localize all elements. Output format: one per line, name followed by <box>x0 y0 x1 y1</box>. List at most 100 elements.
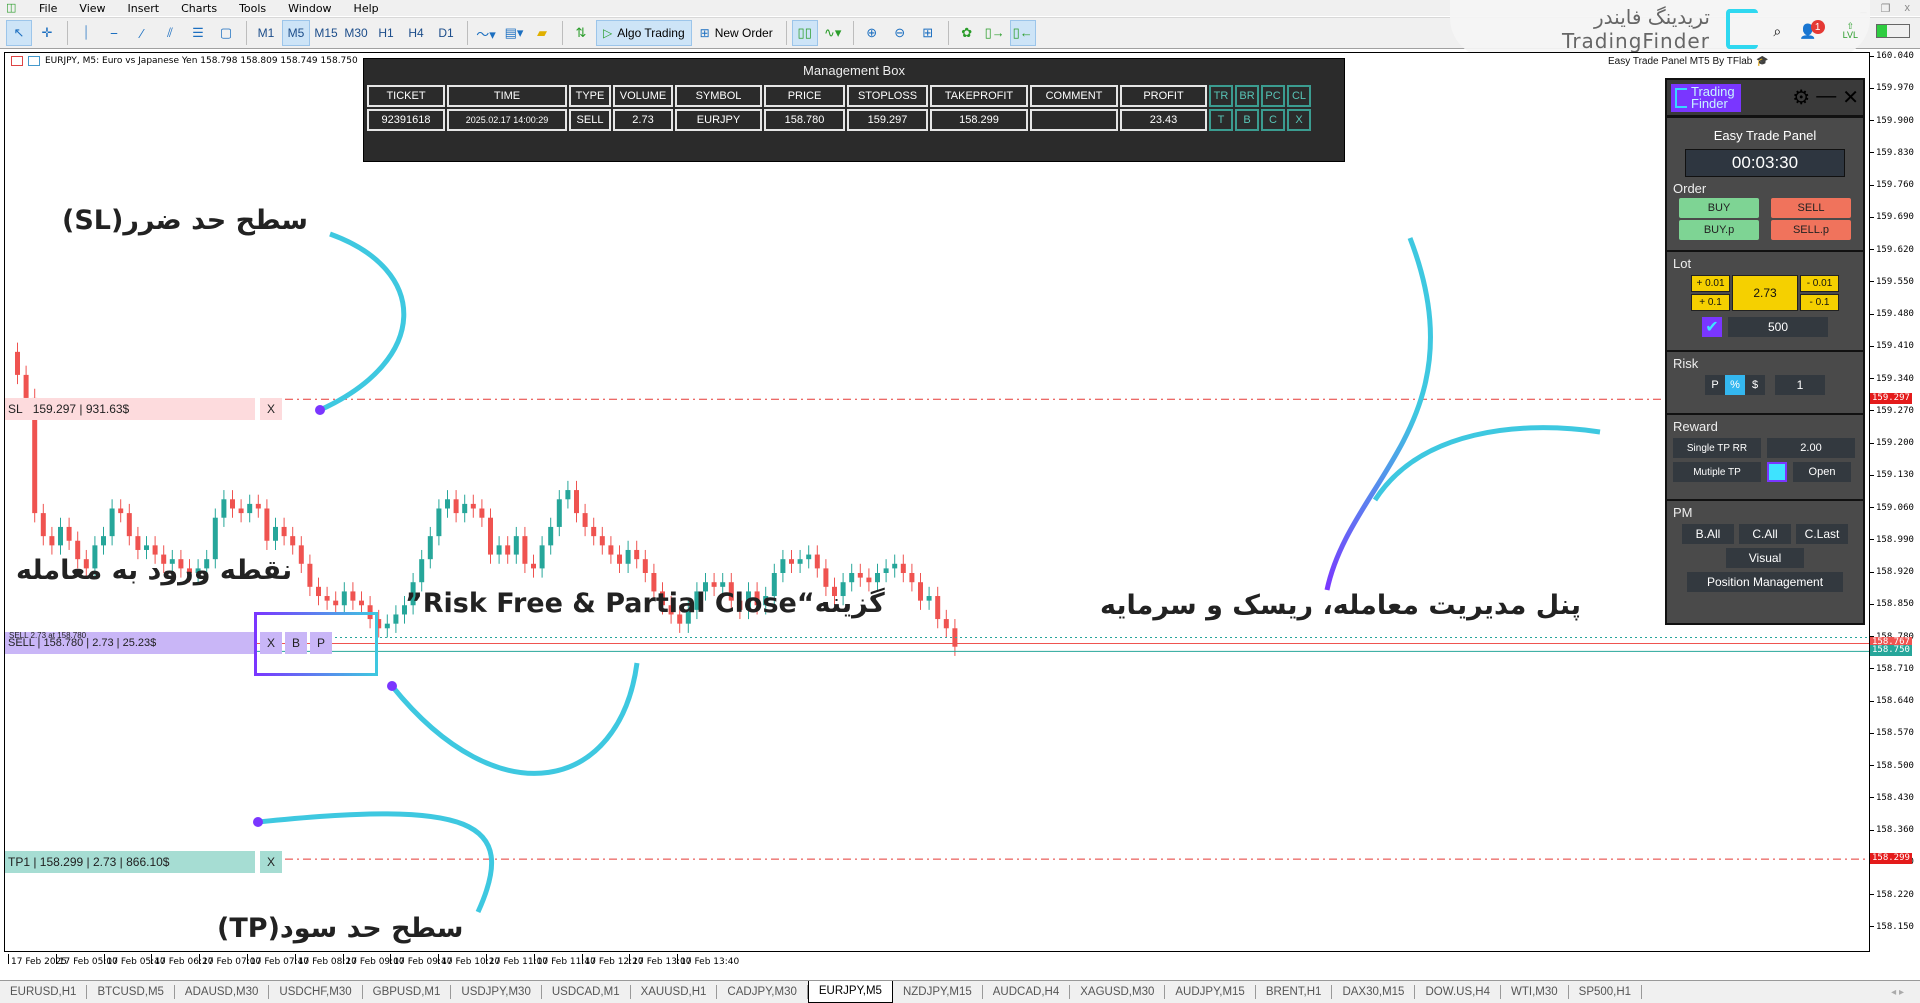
lot-plus-001-button[interactable]: + 0.01 <box>1691 275 1730 292</box>
sell-button[interactable]: SELL <box>1771 198 1851 218</box>
mb-action-tr[interactable]: T <box>1209 109 1233 131</box>
risk-mode-percent[interactable]: % <box>1725 375 1745 395</box>
symbol-tab[interactable]: BRENT,H1 <box>1256 985 1333 999</box>
horizontal-line-icon[interactable]: ⎯ <box>101 20 127 46</box>
timeframe-m1[interactable]: M1 <box>252 20 280 46</box>
symbol-tab[interactable]: EURUSD,H1 <box>0 985 88 999</box>
symbol-tab[interactable]: NZDJPY,M15 <box>893 985 983 999</box>
lot-value-input[interactable]: 2.73 <box>1732 275 1798 311</box>
menu-tools[interactable]: Tools <box>228 2 277 15</box>
search-icon[interactable]: ⌕ <box>1773 23 1781 40</box>
timeframe-h4[interactable]: H4 <box>402 20 430 46</box>
symbol-tab[interactable]: WTI,M30 <box>1501 985 1569 999</box>
menu-file[interactable]: File <box>28 2 68 15</box>
buy-pending-button[interactable]: BUY.p <box>1679 220 1759 240</box>
mb-action-br[interactable]: B <box>1235 109 1259 131</box>
zoom-out-icon[interactable]: ⊖ <box>887 20 913 46</box>
crosshair-tool-icon[interactable]: ✛ <box>34 20 60 46</box>
tp-label[interactable]: TP1 | 158.299 | 2.73 | 866.10$ <box>5 851 255 873</box>
mb-header-br[interactable]: BR <box>1235 85 1259 107</box>
lot-plus-01-button[interactable]: + 0.1 <box>1691 294 1730 311</box>
trendline-icon[interactable]: ⁄ <box>129 20 155 46</box>
settings-icon[interactable]: ✿ <box>954 20 980 46</box>
symbol-tab[interactable]: XAUUSD,H1 <box>631 985 718 999</box>
new-order-button[interactable]: ⊞ New Order <box>694 20 779 46</box>
close-last-button[interactable]: C.Last <box>1796 524 1848 544</box>
mb-action-cl[interactable]: X <box>1287 109 1311 131</box>
fibonacci-icon[interactable]: ☰ <box>185 20 211 46</box>
close-icon[interactable]: x <box>1905 2 1911 15</box>
lot-minus-01-button[interactable]: - 0.1 <box>1800 294 1839 311</box>
symbol-tab[interactable]: DOW.US,H4 <box>1415 985 1502 999</box>
gear-icon[interactable]: ⚙ <box>1792 85 1810 110</box>
menu-insert[interactable]: Insert <box>117 2 171 15</box>
multiple-tp-button[interactable]: Mutiple TP <box>1673 462 1761 482</box>
chart-shift-icon[interactable]: ▯→ <box>982 20 1008 46</box>
profiles-icon[interactable]: ▰ <box>529 20 555 46</box>
symbol-tab[interactable]: USDJPY,M30 <box>451 985 542 999</box>
break-even-all-button[interactable]: B.All <box>1682 524 1734 544</box>
symbol-tab[interactable]: USDCAD,M1 <box>542 985 631 999</box>
line-chart-icon[interactable]: ∿▾ <box>820 20 846 46</box>
symbol-tab[interactable]: EURJPY,M5 <box>807 980 893 1003</box>
timeframe-d1[interactable]: D1 <box>432 20 460 46</box>
buy-button[interactable]: BUY <box>1679 198 1759 218</box>
close-all-button[interactable]: C.All <box>1739 524 1791 544</box>
lot-minus-001-button[interactable]: - 0.01 <box>1800 275 1839 292</box>
chart-area[interactable]: EURJPY, M5: Euro vs Japanese Yen 158.798… <box>4 52 1870 952</box>
open-button[interactable]: Open <box>1793 462 1851 482</box>
position-management-button[interactable]: Position Management <box>1687 572 1843 592</box>
autoscroll-icon[interactable]: ▯← <box>1009 20 1036 46</box>
tp-close-button[interactable]: X <box>260 851 282 873</box>
sl-label[interactable]: SL 159.297 | 931.63$ <box>5 398 255 420</box>
channel-icon[interactable]: ⫽ <box>157 20 183 46</box>
symbol-tab[interactable]: USDCHF,M30 <box>269 985 363 999</box>
zoom-in-icon[interactable]: ⊕ <box>859 20 885 46</box>
symbol-tab[interactable]: ADAUSD,M30 <box>175 985 270 999</box>
vertical-line-icon[interactable]: ⏐ <box>73 20 99 46</box>
menu-help[interactable]: Help <box>343 2 390 15</box>
one-click-trading-icon[interactable]: ⇅ <box>568 20 594 46</box>
symbol-tab[interactable]: AUDCAD,H4 <box>983 985 1071 999</box>
rr-value-input[interactable]: 2.00 <box>1767 438 1855 458</box>
indicators-icon[interactable]: 〜▾ <box>473 20 499 46</box>
menu-charts[interactable]: Charts <box>170 2 228 15</box>
lot-checkbox[interactable]: ✔ <box>1702 317 1722 337</box>
mb-header-pc[interactable]: PC <box>1261 85 1285 107</box>
notifications-button[interactable]: 👤 1 <box>1799 20 1825 40</box>
candlestick-chart-icon[interactable]: ▯▯ <box>791 20 818 46</box>
minimize-icon[interactable]: — <box>1816 85 1836 110</box>
menu-view[interactable]: View <box>68 2 116 15</box>
symbol-tab[interactable]: BTCUSD,M5 <box>87 985 175 999</box>
risk-mode-points[interactable]: P <box>1705 375 1725 395</box>
symbol-tab[interactable]: SP500,H1 <box>1569 985 1643 999</box>
mb-action-pc[interactable]: C <box>1261 109 1285 131</box>
symbol-tab[interactable]: DAX30,M15 <box>1332 985 1416 999</box>
symbol-tab[interactable]: GBPUSD,M1 <box>363 985 452 999</box>
symbol-tab[interactable]: AUDJPY,M15 <box>1165 985 1256 999</box>
cursor-tool-icon[interactable]: ↖ <box>6 20 32 46</box>
tile-windows-icon[interactable]: ⊞ <box>915 20 941 46</box>
sl-close-button[interactable]: X <box>260 398 282 420</box>
chart-template-icon[interactable]: ▤▾ <box>501 20 527 46</box>
risk-value-input[interactable]: 1 <box>1775 375 1825 395</box>
symbol-tab[interactable]: XAGUSD,M30 <box>1070 985 1166 999</box>
sell-pending-button[interactable]: SELL.p <box>1771 220 1851 240</box>
multiple-tp-toggle[interactable] <box>1767 462 1787 482</box>
restore-icon[interactable]: ❐ <box>1881 2 1891 15</box>
timeframe-m5[interactable]: M5 <box>282 20 310 46</box>
mb-header-cl[interactable]: CL <box>1287 85 1311 107</box>
timeframe-m15[interactable]: M15 <box>312 20 340 46</box>
tab-scroll-arrows[interactable]: ◂ ▸ <box>1891 987 1904 998</box>
single-tp-rr-button[interactable]: Single TP RR <box>1673 438 1761 458</box>
points-input[interactable]: 500 <box>1728 317 1828 337</box>
timeframe-h1[interactable]: H1 <box>372 20 400 46</box>
close-icon[interactable]: ✕ <box>1842 85 1859 110</box>
visual-button[interactable]: Visual <box>1726 548 1804 568</box>
algo-trading-button[interactable]: ▷ Algo Trading <box>596 20 692 46</box>
menu-window[interactable]: Window <box>277 2 342 15</box>
risk-mode-dollar[interactable]: $ <box>1745 375 1765 395</box>
shapes-icon[interactable]: ▢ <box>213 20 239 46</box>
mb-header-tr[interactable]: TR <box>1209 85 1233 107</box>
timeframe-m30[interactable]: M30 <box>342 20 370 46</box>
